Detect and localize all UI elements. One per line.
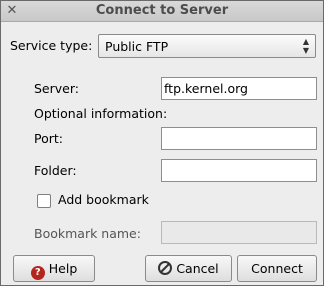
bookmark-name-input-text [164, 223, 312, 242]
add-bookmark-label[interactable]: Add bookmark [58, 191, 149, 209]
port-input[interactable] [161, 127, 317, 150]
help-button-label: Help [48, 261, 78, 276]
cancel-button-label: Cancel [176, 261, 219, 276]
cancel-icon [158, 261, 173, 275]
folder-label: Folder: [34, 163, 77, 178]
cancel-button[interactable]: Cancel [145, 255, 232, 282]
window-title: Connect to Server [95, 3, 229, 18]
bookmark-name-input [161, 221, 317, 244]
folder-input[interactable] [161, 159, 317, 182]
help-icon: ? [30, 266, 45, 280]
connect-to-server-dialog: ✕ Connect to Server Service type: Public… [0, 0, 324, 286]
folder-input-text[interactable] [164, 161, 312, 180]
help-button[interactable]: ? Help [13, 255, 95, 282]
connect-button[interactable]: Connect [237, 255, 317, 282]
title-bar[interactable]: ✕ Connect to Server [1, 1, 323, 22]
service-type-label: Service type: [10, 38, 93, 53]
server-input-text[interactable] [164, 79, 312, 98]
server-label: Server: [34, 81, 79, 96]
server-input[interactable] [161, 77, 317, 100]
connect-button-label: Connect [251, 261, 303, 276]
bookmark-name-label: Bookmark name: [34, 226, 141, 241]
service-type-select[interactable]: Public FTP ▲ ▼ [98, 34, 316, 58]
port-input-text[interactable] [164, 129, 312, 148]
optional-info-label: Optional information: [34, 106, 168, 121]
service-type-value: Public FTP [105, 39, 169, 54]
add-bookmark-checkbox[interactable] [37, 194, 51, 208]
updown-arrows-icon: ▲ ▼ [302, 37, 309, 55]
port-label: Port: [34, 131, 63, 146]
